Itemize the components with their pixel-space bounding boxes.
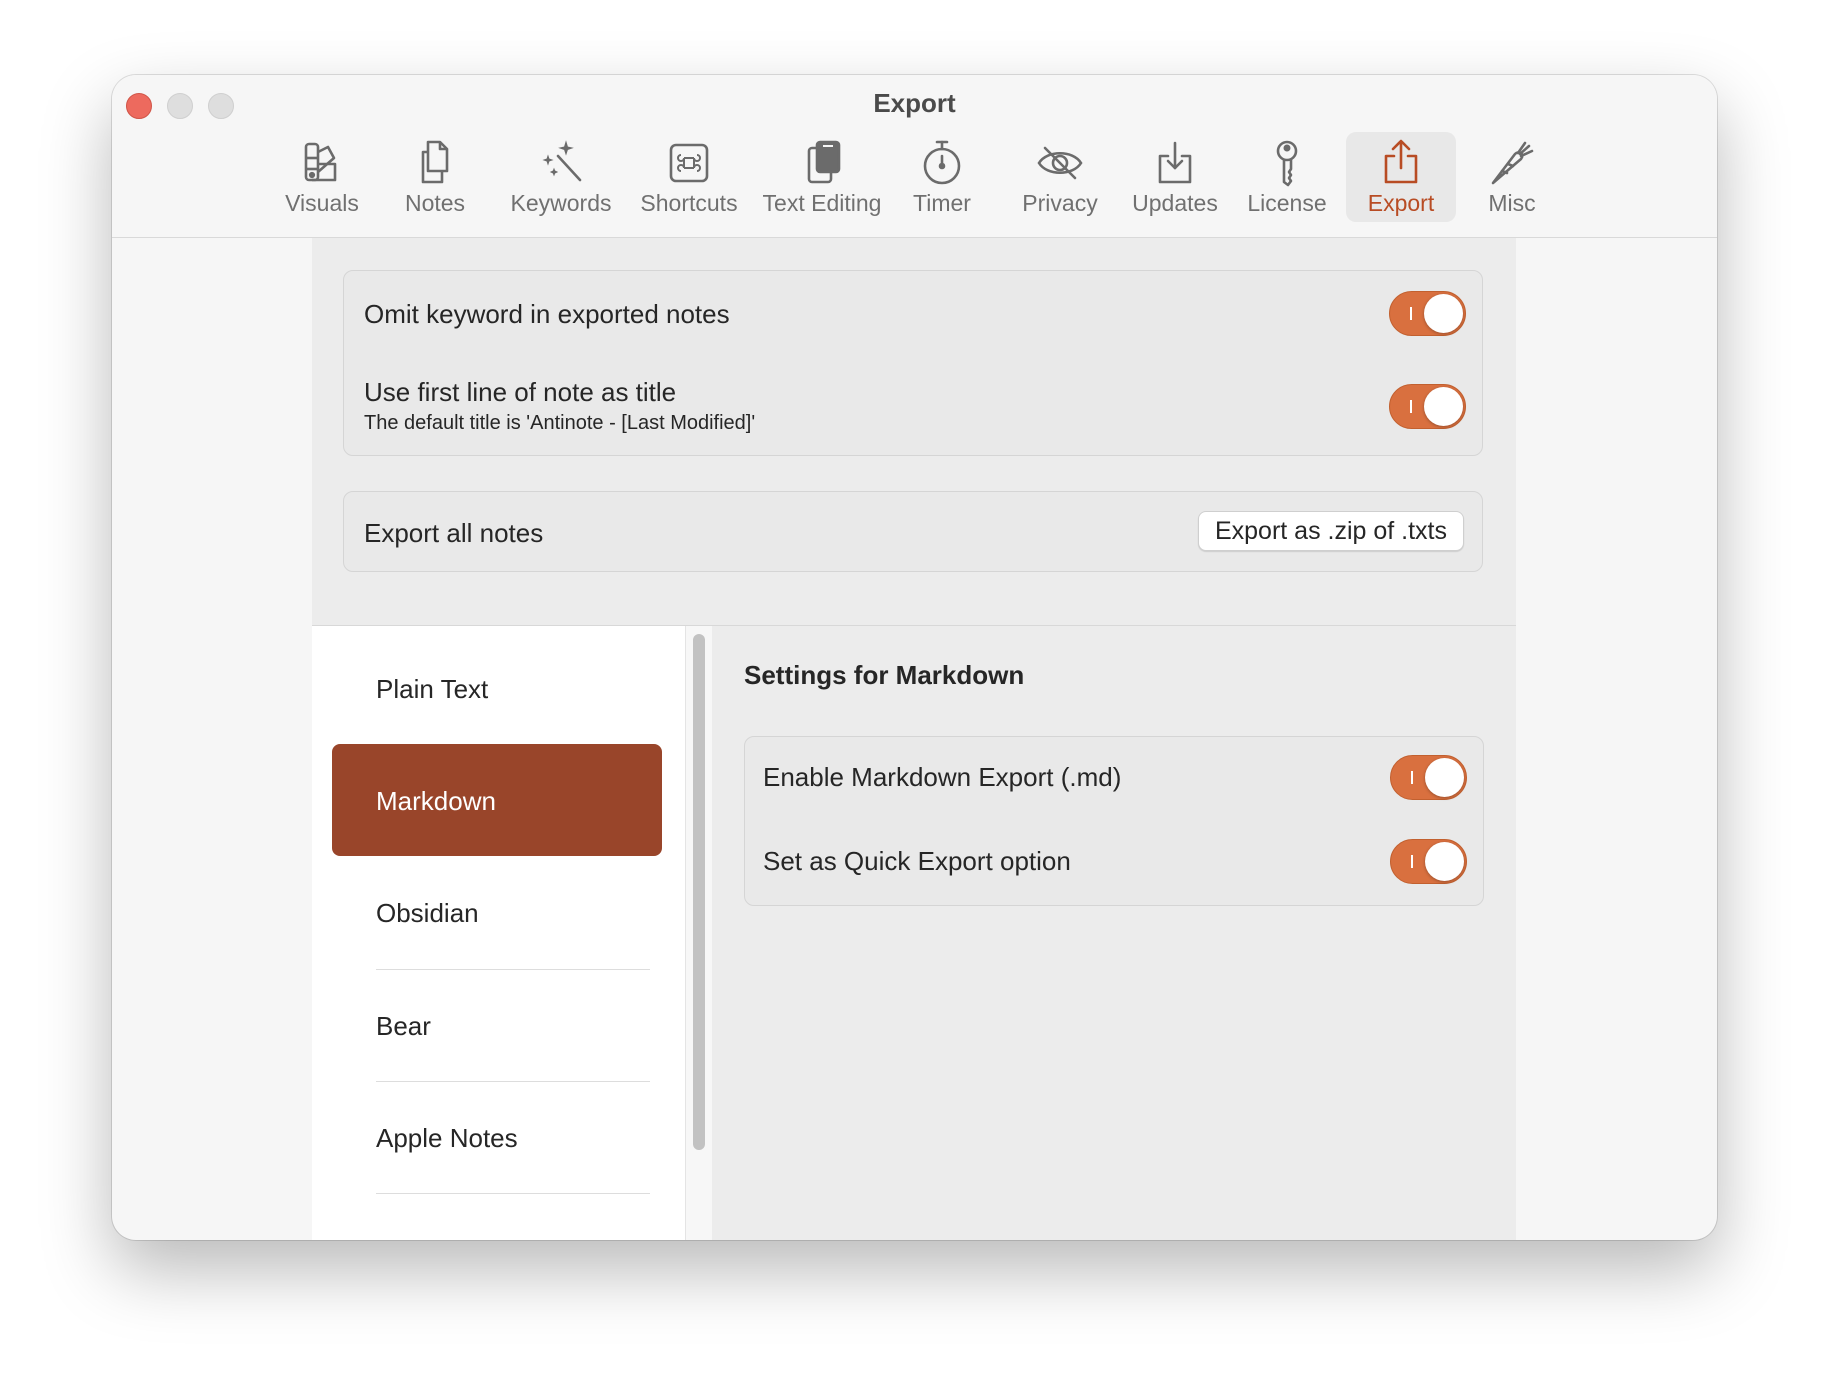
toggle-knob: [1424, 387, 1463, 426]
omit-keyword-toggle[interactable]: [1389, 291, 1466, 336]
tab-license[interactable]: License: [1237, 132, 1337, 222]
tab-label: Export: [1367, 190, 1435, 216]
enable-markdown-export-toggle[interactable]: [1390, 755, 1467, 800]
export-all-group: Export all notes Export as .zip of .txts: [343, 491, 1483, 572]
carrot-icon: [1487, 138, 1537, 188]
tab-text-editing[interactable]: Text Editing: [752, 132, 892, 222]
tab-label: Keywords: [510, 190, 612, 216]
markdown-options-group: Enable Markdown Export (.md) Set as Quic…: [744, 736, 1484, 906]
clipboard-icon: [797, 138, 847, 188]
toggle-on-mark: [1410, 307, 1412, 320]
tab-label: Misc: [1488, 190, 1536, 216]
format-item-markdown[interactable]: Markdown: [332, 744, 662, 856]
toggle-on-mark: [1411, 855, 1413, 868]
format-item-obsidian[interactable]: Obsidian: [332, 856, 662, 968]
tab-label: License: [1247, 190, 1327, 216]
tab-visuals[interactable]: Visuals: [272, 132, 372, 222]
preferences-window: Export Visuals Notes Keywords Shortcuts …: [112, 75, 1717, 1240]
export-zip-button[interactable]: Export as .zip of .txts: [1197, 511, 1464, 551]
preferences-toolbar: Visuals Notes Keywords Shortcuts Text Ed…: [112, 132, 1717, 224]
window-title: Export: [873, 88, 956, 118]
eye-slash-icon: [1035, 138, 1085, 188]
magic-wand-icon: [536, 138, 586, 188]
documents-icon: [410, 138, 460, 188]
tab-label: Updates: [1132, 190, 1218, 216]
format-item-bear[interactable]: Bear: [332, 969, 662, 1081]
list-item-label: Obsidian: [376, 898, 479, 928]
tab-label: Privacy: [1022, 190, 1098, 216]
list-item-label: Apple Notes: [376, 1123, 518, 1153]
quick-export-toggle[interactable]: [1390, 839, 1467, 884]
list-item-label: Markdown: [376, 786, 496, 816]
toggle-knob: [1425, 758, 1464, 797]
enable-markdown-export-label: Enable Markdown Export (.md): [763, 762, 1122, 792]
tab-misc[interactable]: Misc: [1467, 132, 1557, 222]
format-item-plain-text[interactable]: Plain Text: [332, 632, 662, 744]
toggle-on-mark: [1411, 771, 1413, 784]
first-line-title-label: Use first line of note as title: [364, 377, 677, 407]
tab-label: Shortcuts: [640, 190, 738, 216]
tab-timer[interactable]: Timer: [902, 132, 982, 222]
command-key-icon: [664, 138, 714, 188]
tab-privacy[interactable]: Privacy: [1010, 132, 1110, 222]
stopwatch-icon: [917, 138, 967, 188]
format-item-apple-notes[interactable]: Apple Notes: [332, 1081, 662, 1193]
general-export-options: Omit keyword in exported notes Use first…: [343, 270, 1483, 456]
tab-keywords[interactable]: Keywords: [496, 132, 626, 222]
format-settings-pane: Settings for Markdown Enable Markdown Ex…: [712, 626, 1516, 1240]
quick-export-label: Set as Quick Export option: [763, 846, 1071, 876]
export-format-list: Plain Text Markdown Obsidian Bear Apple …: [312, 626, 685, 1240]
swatchbook-icon: [297, 138, 347, 188]
tab-updates[interactable]: Updates: [1120, 132, 1230, 222]
tab-shortcuts[interactable]: Shortcuts: [624, 132, 754, 222]
tab-label: Visuals: [285, 190, 359, 216]
download-tray-icon: [1150, 138, 1200, 188]
list-item-label: Bear: [376, 1011, 431, 1041]
title-bar: Export Visuals Notes Keywords Shortcuts …: [112, 75, 1717, 238]
list-separator: [376, 1193, 650, 1194]
tab-label: Text Editing: [762, 190, 882, 216]
tab-label: Notes: [404, 190, 466, 216]
first-line-title-description: The default title is 'Antinote - [Last M…: [364, 412, 756, 434]
omit-keyword-label: Omit keyword in exported notes: [364, 299, 730, 329]
tab-export[interactable]: Export: [1346, 132, 1456, 222]
toggle-knob: [1425, 842, 1464, 881]
tab-notes[interactable]: Notes: [390, 132, 480, 222]
format-settings-title: Settings for Markdown: [744, 660, 1025, 690]
tab-label: Timer: [913, 190, 971, 216]
export-all-label: Export all notes: [364, 518, 544, 548]
list-item-label: Plain Text: [376, 674, 489, 704]
toggle-on-mark: [1410, 400, 1412, 413]
key-icon: [1262, 138, 1312, 188]
format-list-scrollbar[interactable]: [685, 626, 712, 1240]
share-icon: [1376, 138, 1426, 188]
export-settings-panel: Omit keyword in exported notes Use first…: [312, 238, 1516, 1240]
scrollbar-thumb[interactable]: [693, 634, 705, 1150]
first-line-title-toggle[interactable]: [1389, 384, 1466, 429]
toggle-knob: [1424, 294, 1463, 333]
